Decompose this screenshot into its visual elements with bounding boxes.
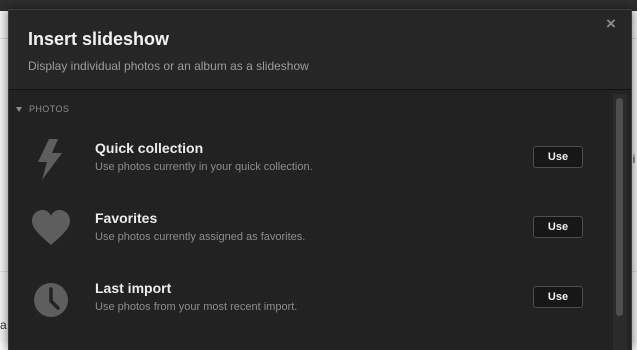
lightning-bolt-icon (38, 139, 62, 180)
use-quick-collection-button[interactable]: Use (533, 146, 583, 168)
heart-icon (32, 210, 70, 245)
option-row-favorites: Favorites Use photos currently assigned … (9, 200, 609, 260)
background-text-fragment: a (0, 318, 7, 332)
option-title: Quick collection (95, 140, 204, 156)
use-favorites-button[interactable]: Use (533, 216, 583, 238)
dialog-title: Insert slideshow (28, 29, 170, 49)
disclosure-triangle-icon (16, 107, 22, 112)
option-description: Use photos currently in your quick colle… (95, 161, 313, 173)
option-title: Last import (95, 280, 172, 296)
insert-slideshow-dialog: Insert slideshow Display individual phot… (8, 9, 632, 350)
option-title: Favorites (95, 210, 158, 226)
dialog-subtitle: Display individual photos or an album as… (28, 59, 309, 73)
option-description: Use photos from your most recent import. (95, 301, 298, 313)
option-row-quick-collection: Quick collection Use photos currently in… (9, 130, 609, 190)
dialog-header: Insert slideshow Display individual phot… (9, 10, 631, 90)
close-icon[interactable]: × (603, 15, 619, 32)
option-description: Use photos currently assigned as favorit… (95, 231, 306, 243)
use-last-import-button[interactable]: Use (533, 286, 583, 308)
scrollbar[interactable] (613, 94, 627, 350)
option-row-last-import: Last import Use photos from your most re… (9, 270, 609, 330)
scrollbar-thumb[interactable] (616, 98, 623, 316)
clock-icon (34, 283, 68, 317)
section-label: PHOTOS (29, 104, 70, 114)
